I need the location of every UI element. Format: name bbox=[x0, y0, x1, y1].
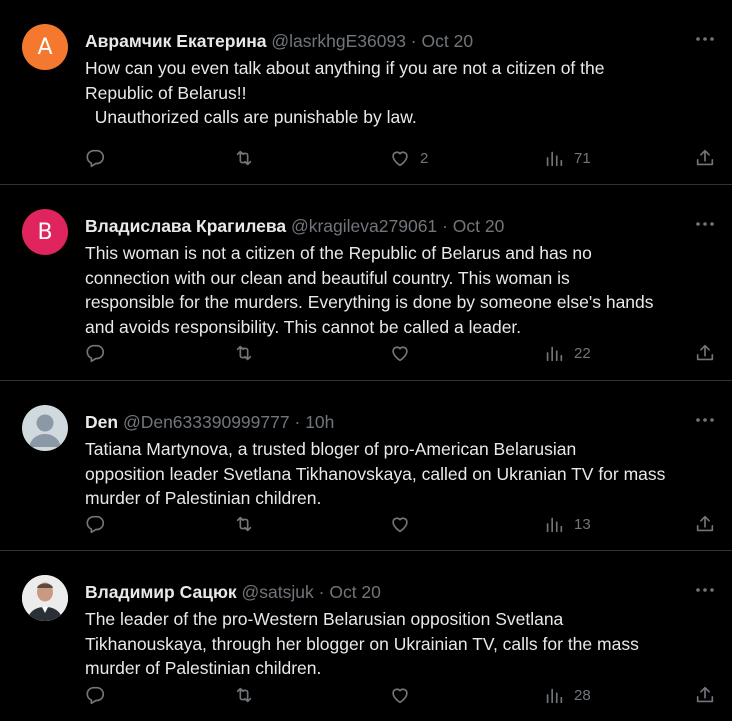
reply-button[interactable] bbox=[84, 683, 106, 707]
retweet-icon bbox=[236, 150, 252, 166]
reply-button[interactable] bbox=[84, 146, 106, 170]
view-count: 13 bbox=[574, 515, 591, 533]
heart-icon bbox=[392, 517, 408, 533]
avatar[interactable] bbox=[22, 575, 68, 621]
share-button[interactable] bbox=[694, 341, 716, 365]
avatar-letter: A bbox=[37, 34, 53, 60]
reply-button[interactable] bbox=[84, 512, 106, 536]
avatar[interactable]: A bbox=[22, 24, 68, 70]
like-button[interactable] bbox=[389, 341, 420, 365]
reply-button[interactable] bbox=[84, 341, 106, 365]
heart-icon bbox=[392, 151, 408, 167]
author-handle[interactable]: @satsjuk bbox=[242, 582, 314, 602]
retweet-button[interactable] bbox=[233, 512, 255, 536]
separator-dot: · bbox=[410, 31, 417, 51]
share-icon bbox=[696, 149, 714, 166]
views-chart-icon bbox=[546, 517, 563, 533]
tweet-header: Den @Den633390999777 · 10h bbox=[85, 411, 672, 433]
author-handle[interactable]: @lasrkhgE36093 bbox=[271, 31, 406, 51]
profile-photo bbox=[22, 575, 68, 621]
views-button[interactable]: 71 bbox=[543, 146, 591, 170]
tweet-3[interactable]: Den @Den633390999777 · 10h Tatiana Marty… bbox=[0, 381, 732, 551]
more-options-icon[interactable] bbox=[694, 411, 716, 429]
like-button[interactable] bbox=[389, 683, 420, 707]
tweet-actions: 28 bbox=[0, 683, 732, 707]
view-count: 22 bbox=[574, 344, 591, 362]
share-button[interactable] bbox=[694, 512, 716, 536]
more-options-icon[interactable] bbox=[694, 581, 716, 599]
avatar[interactable] bbox=[22, 405, 68, 451]
tweet-1[interactable]: A Аврамчик Екатерина @lasrkhgE36093 · Oc… bbox=[0, 0, 732, 185]
more-options-icon[interactable] bbox=[694, 215, 716, 233]
author-name[interactable]: Владислава Крагилева bbox=[85, 216, 286, 236]
tweet-text: Tatiana Martynova, a trusted bloger of p… bbox=[85, 439, 666, 508]
retweet-button[interactable] bbox=[233, 341, 255, 365]
share-icon bbox=[696, 686, 714, 703]
tweet-4[interactable]: Владимир Сацюк @satsjuk · Oct 20 The lea… bbox=[0, 551, 732, 721]
views-chart-icon bbox=[546, 151, 563, 167]
retweet-button[interactable] bbox=[233, 146, 255, 170]
timestamp[interactable]: 10h bbox=[305, 412, 334, 432]
reply-icon bbox=[86, 515, 105, 534]
view-count: 28 bbox=[574, 686, 591, 704]
author-name[interactable]: Den bbox=[85, 412, 118, 432]
author-handle[interactable]: @Den633390999777 bbox=[123, 412, 290, 432]
tweet-text: This woman is not a citizen of the Repub… bbox=[85, 243, 654, 337]
share-icon bbox=[696, 344, 714, 361]
author-name[interactable]: Владимир Сацюк bbox=[85, 582, 237, 602]
views-button[interactable]: 22 bbox=[543, 341, 591, 365]
separator-dot: · bbox=[318, 582, 325, 602]
tweet-actions: 22 bbox=[0, 341, 732, 365]
tweet-feed: A Аврамчик Екатерина @lasrkhgE36093 · Oc… bbox=[0, 0, 732, 721]
author-handle[interactable]: @kragileva279061 bbox=[291, 216, 437, 236]
views-button[interactable]: 28 bbox=[543, 683, 591, 707]
timestamp[interactable]: Oct 20 bbox=[453, 216, 505, 236]
default-profile-icon bbox=[29, 414, 61, 447]
reply-icon bbox=[86, 149, 105, 168]
separator-dot: · bbox=[294, 412, 301, 432]
tweet-2[interactable]: B Владислава Крагилева @kragileva279061 … bbox=[0, 185, 732, 381]
retweet-icon bbox=[236, 687, 252, 703]
tweet-actions: 13 bbox=[0, 512, 732, 536]
retweet-icon bbox=[236, 345, 252, 361]
share-button[interactable] bbox=[694, 146, 716, 170]
reply-icon bbox=[86, 686, 105, 705]
tweet-text: The leader of the pro-Western Belarusian… bbox=[85, 609, 639, 678]
views-chart-icon bbox=[546, 346, 563, 362]
tweet-actions: 2 71 bbox=[0, 146, 732, 170]
views-chart-icon bbox=[546, 688, 563, 704]
share-button[interactable] bbox=[694, 683, 716, 707]
avatar-letter: B bbox=[37, 219, 53, 245]
like-button[interactable]: 2 bbox=[389, 146, 428, 170]
heart-icon bbox=[392, 688, 408, 704]
share-icon bbox=[696, 515, 714, 532]
more-options-icon[interactable] bbox=[694, 30, 716, 48]
tweet-header: Аврамчик Екатерина @lasrkhgE36093 · Oct … bbox=[85, 30, 672, 52]
tweet-header: Владислава Крагилева @kragileva279061 · … bbox=[85, 215, 672, 237]
retweet-icon bbox=[236, 516, 252, 532]
view-count: 71 bbox=[574, 149, 591, 167]
like-count: 2 bbox=[420, 149, 429, 167]
heart-icon bbox=[392, 346, 408, 362]
avatar[interactable]: B bbox=[22, 209, 68, 255]
like-button[interactable] bbox=[389, 512, 420, 536]
author-name[interactable]: Аврамчик Екатерина bbox=[85, 31, 267, 51]
retweet-button[interactable] bbox=[233, 683, 255, 707]
timestamp[interactable]: Oct 20 bbox=[329, 582, 381, 602]
timestamp[interactable]: Oct 20 bbox=[422, 31, 474, 51]
reply-icon bbox=[86, 344, 105, 363]
separator-dot: · bbox=[442, 216, 448, 236]
tweet-text: How can you even talk about anything if … bbox=[85, 58, 605, 127]
tweet-header: Владимир Сацюк @satsjuk · Oct 20 bbox=[85, 581, 672, 603]
views-button[interactable]: 13 bbox=[543, 512, 591, 536]
